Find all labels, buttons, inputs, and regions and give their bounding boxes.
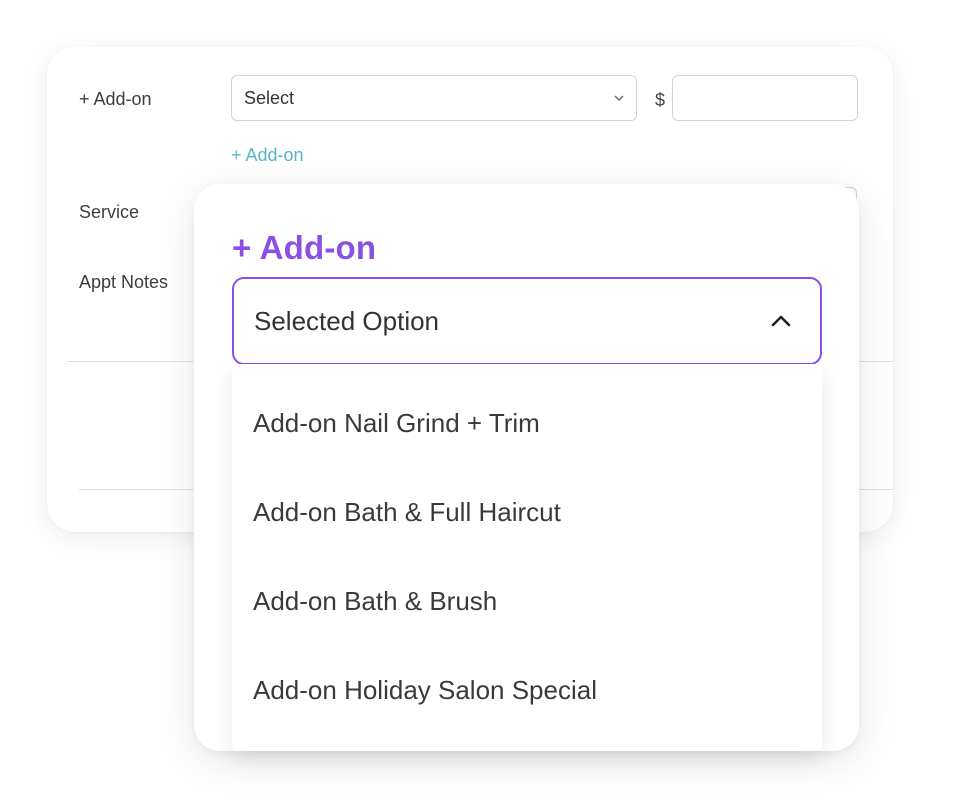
service-label: Service: [79, 202, 140, 222]
chevron-down-icon: [614, 95, 624, 101]
dropdown-selected-value: Selected Option: [254, 305, 440, 336]
addon-dropdown[interactable]: Selected Option: [232, 277, 822, 365]
chevron-up-icon[interactable]: [770, 310, 792, 332]
addon-select[interactable]: Select: [231, 75, 637, 121]
dropdown-option[interactable]: Add-on Holiday Salon Special: [253, 675, 597, 706]
add-addon-link[interactable]: + Add-on: [231, 145, 304, 166]
dropdown-option[interactable]: Add-on Nail Grind + Trim: [253, 408, 540, 439]
dropdown-option[interactable]: Add-on Bath & Brush: [253, 586, 497, 617]
popover-title: + Add-on: [232, 229, 377, 266]
addon-select-value: Select: [244, 87, 295, 108]
currency-symbol: $: [655, 90, 666, 110]
price-input[interactable]: [672, 75, 858, 121]
appt-notes-label: Appt Notes: [79, 272, 169, 292]
addon-label: + Add-on: [79, 89, 152, 109]
dropdown-option[interactable]: Add-on Bath & Full Haircut: [253, 497, 561, 528]
addon-popover: + Add-on Selected Option Add-on Nail Gri…: [194, 184, 859, 751]
dropdown-options-list: Add-on Nail Grind + Trim Add-on Bath & F…: [232, 364, 822, 751]
